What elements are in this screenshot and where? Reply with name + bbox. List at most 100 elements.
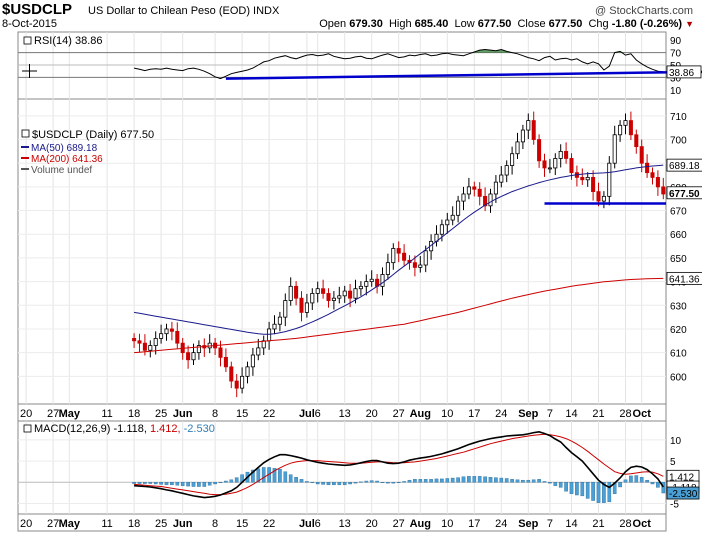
x-tick-label: 14 — [565, 518, 577, 530]
x-tick-label: 24 — [495, 518, 507, 530]
candle — [634, 134, 639, 148]
macd-histogram-bar — [639, 477, 644, 483]
candle — [645, 162, 650, 174]
macd-histogram-bar — [234, 477, 239, 483]
candle — [342, 290, 347, 297]
candle — [477, 188, 482, 197]
macd-histogram-bar — [315, 482, 320, 485]
x-tick-label: Jun — [173, 518, 193, 530]
candle — [499, 174, 504, 183]
candle — [623, 120, 628, 126]
candle — [283, 300, 288, 318]
macd-histogram-bar — [553, 482, 558, 486]
macd-histogram-bar — [337, 482, 342, 486]
x-tick-label: May — [59, 518, 81, 530]
candle — [142, 342, 147, 351]
candle — [618, 124, 623, 136]
price-tick-label: 700 — [670, 136, 687, 147]
candle — [369, 278, 374, 282]
macd-tick-label: 10 — [670, 436, 682, 447]
macd-histogram-bar — [326, 482, 331, 486]
macd-histogram-bar — [504, 478, 509, 483]
candle — [650, 172, 655, 178]
macd-histogram-bar — [499, 477, 504, 483]
candle — [601, 195, 606, 202]
x-tick-label: 13 — [339, 518, 351, 530]
macd-histogram-bar — [207, 482, 212, 486]
candle — [628, 120, 633, 136]
candle — [450, 214, 455, 221]
rsi-last-value: 38.86 — [669, 68, 694, 79]
macd-legend-macd: -1.118, — [113, 423, 150, 435]
candle — [661, 186, 666, 195]
candle — [326, 293, 331, 301]
candle — [569, 158, 574, 174]
x-tick-label: 15 — [236, 408, 248, 420]
candle — [515, 141, 520, 155]
x-tick-label: 18 — [128, 408, 140, 420]
x-tick-label: 20 — [20, 408, 32, 420]
candle — [250, 354, 255, 368]
macd-histogram-bar — [477, 476, 482, 483]
candle — [412, 262, 417, 268]
candle — [391, 248, 396, 264]
candle — [488, 193, 493, 207]
macd-histogram-bar — [380, 482, 385, 483]
candle — [418, 264, 423, 268]
candle — [164, 328, 169, 335]
macd-histogram-bar — [580, 482, 585, 497]
chart-svg: 20 27 May 11 18 25 Jun 8 15 22 Jul 6 13 20 27 Aug 10 17 24… — [17, 31, 702, 532]
macd-histogram-bar — [159, 482, 163, 485]
candle — [639, 146, 644, 164]
candle — [585, 177, 590, 181]
macd-histogram-bar — [137, 482, 142, 484]
x-tick-label: Jul — [299, 518, 315, 530]
x-tick-label: Sep — [518, 518, 538, 530]
macd-histogram-bar — [645, 479, 649, 483]
rsi-tick-label: 90 — [670, 36, 682, 47]
price-last-value: 677.50 — [669, 189, 700, 200]
candle — [348, 290, 353, 299]
candle — [294, 285, 299, 299]
x-tick-label: 14 — [565, 408, 577, 420]
macd-histogram-bar — [283, 471, 288, 483]
macd-histogram-bar — [634, 475, 639, 483]
macd-histogram-bar — [531, 479, 536, 483]
candle — [245, 366, 250, 377]
candle — [358, 285, 363, 290]
macd-histogram-bar — [353, 482, 358, 484]
candle — [331, 297, 336, 301]
macd-histogram-bar — [170, 482, 174, 486]
macd-histogram-bar — [164, 482, 169, 486]
macd-histogram-bar — [418, 479, 423, 483]
candle — [132, 338, 137, 342]
macd-histogram-bar — [483, 476, 487, 483]
rsi-tick-label: 70 — [670, 49, 682, 60]
candle — [547, 167, 552, 170]
macd-histogram-bar — [521, 479, 525, 483]
macd-histogram-bar — [429, 479, 433, 483]
macd-histogram-bar — [591, 482, 595, 501]
macd-histogram-bar — [413, 479, 417, 483]
macd-histogram-bar — [332, 482, 336, 486]
price-last-value: 641.36 — [669, 274, 700, 285]
price-tick-label: 660 — [670, 230, 687, 241]
macd-histogram-bar — [537, 479, 541, 483]
macd-histogram-bar — [386, 482, 390, 484]
macd-histogram-bar — [364, 480, 369, 483]
macd-histogram-bar — [548, 482, 552, 484]
macd-histogram-bar — [494, 477, 498, 483]
macd-histogram-bar — [375, 480, 379, 483]
macd-legend-signal: 1.412, — [150, 423, 184, 435]
candle — [315, 288, 320, 294]
macd-tick-label: -5 — [670, 500, 679, 511]
x-tick-label: 27 — [47, 518, 59, 530]
candle — [191, 352, 196, 361]
candle — [304, 302, 309, 313]
macd-histogram-bar — [402, 481, 406, 483]
candle — [186, 352, 191, 361]
candle — [337, 295, 342, 299]
candle — [537, 139, 542, 162]
macd-histogram-bar — [213, 482, 217, 485]
macd-histogram-bar — [450, 477, 455, 483]
